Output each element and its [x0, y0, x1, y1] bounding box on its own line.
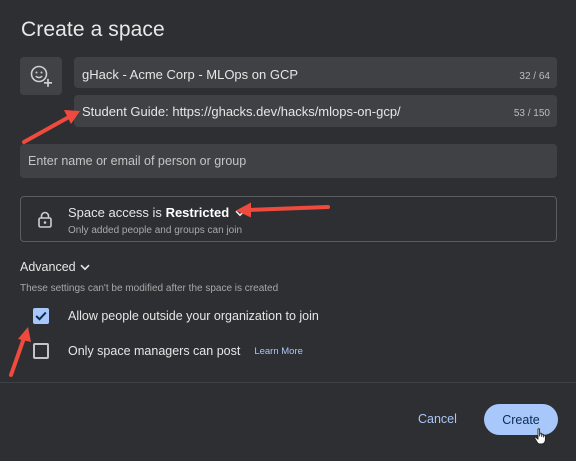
- advanced-toggle[interactable]: Advanced: [20, 260, 90, 274]
- allow-external-option: Allow people outside your organization t…: [33, 308, 319, 324]
- people-input-placeholder: Enter name or email of person or group: [28, 154, 247, 168]
- pointer-cursor-icon: [534, 428, 546, 445]
- advanced-note: These settings can't be modified after t…: [20, 283, 279, 294]
- space-description-value: Student Guide: https://ghacks.dev/hacks/…: [82, 104, 401, 119]
- arrow-to-description: [22, 110, 80, 144]
- chevron-down-icon: [235, 210, 245, 217]
- check-icon: [35, 311, 47, 321]
- learn-more-link[interactable]: Learn More: [254, 346, 303, 357]
- allow-external-checkbox[interactable]: [33, 308, 49, 324]
- add-emoji-icon: [30, 65, 52, 87]
- space-access-value: Restricted: [165, 205, 230, 220]
- managers-only-label: Only space managers can post: [68, 344, 241, 358]
- space-description-input[interactable]: Student Guide: https://ghacks.dev/hacks/…: [74, 95, 557, 127]
- space-access-selector[interactable]: Space access is Restricted Only added pe…: [20, 196, 557, 242]
- dialog-title: Create a space: [21, 18, 165, 41]
- allow-external-label: Allow people outside your organization t…: [68, 309, 319, 323]
- create-space-dialog: Create a space gHack - Acme Corp - MLOps…: [0, 0, 576, 461]
- lock-icon: [38, 211, 52, 228]
- space-access-description: Only added people and groups can join: [68, 225, 243, 236]
- space-name-input[interactable]: gHack - Acme Corp - MLOps on GCP 32 / 64: [74, 57, 557, 88]
- chevron-down-icon: [80, 264, 90, 270]
- space-access-label: Space access is Restricted: [68, 205, 245, 220]
- footer-divider: [0, 382, 576, 383]
- space-name-counter: 32 / 64: [519, 71, 550, 82]
- cancel-button[interactable]: Cancel: [412, 409, 463, 429]
- people-input[interactable]: Enter name or email of person or group: [20, 144, 557, 178]
- add-emoji-button[interactable]: [20, 57, 62, 95]
- space-name-value: gHack - Acme Corp - MLOps on GCP: [82, 67, 299, 82]
- space-access-prefix: Space access is: [68, 205, 162, 220]
- arrow-to-checkbox: [9, 327, 31, 377]
- managers-only-option: Only space managers can post Learn More: [33, 343, 303, 359]
- space-description-counter: 53 / 150: [513, 108, 550, 119]
- managers-only-checkbox[interactable]: [33, 343, 49, 359]
- advanced-label: Advanced: [20, 260, 76, 274]
